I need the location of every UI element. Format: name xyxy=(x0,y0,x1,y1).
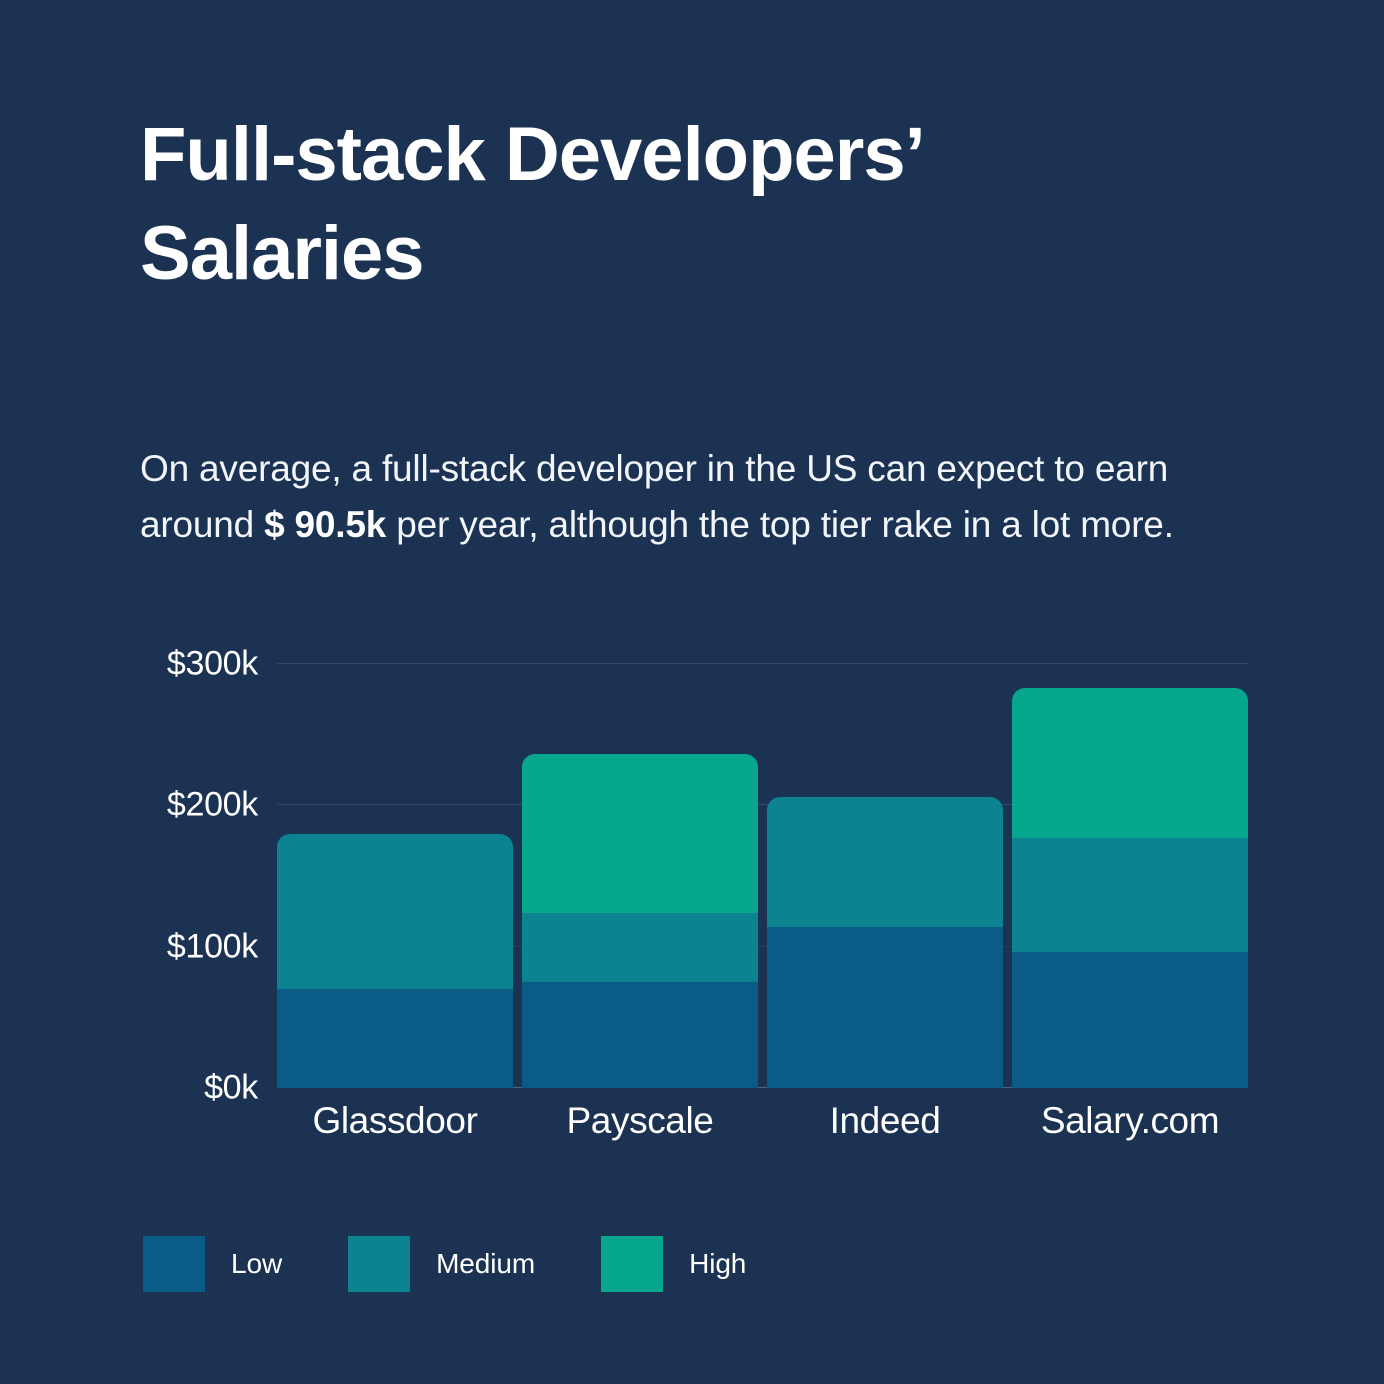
x-axis-labels: Glassdoor Payscale Indeed Salary.com xyxy=(277,1100,1248,1160)
plot-area xyxy=(277,663,1248,1088)
legend-item-low[interactable]: Low xyxy=(143,1236,282,1292)
bar-group[interactable] xyxy=(1012,664,1248,1088)
bar-segment-medium[interactable] xyxy=(1012,837,1248,953)
legend-item-high[interactable]: High xyxy=(601,1236,746,1292)
legend-label-medium: Medium xyxy=(436,1248,536,1279)
salary-bar-chart: $0k $100k $200k $300k Glassdoor Payscale Inde… xyxy=(0,0,1384,1384)
bar-segment-medium[interactable] xyxy=(522,912,758,982)
y-axis-labels: $0k $100k $200k $300k xyxy=(100,645,258,1107)
x-axis-label-glassdoor: Glassdoor xyxy=(312,1100,478,1141)
legend-label-high: High xyxy=(689,1248,747,1279)
bar-segment-medium[interactable] xyxy=(767,796,1003,927)
legend-swatch-medium xyxy=(348,1236,411,1292)
x-axis-label-payscale: Payscale xyxy=(566,1100,714,1141)
bar-stack[interactable] xyxy=(1012,688,1248,1088)
bar-segment-high[interactable] xyxy=(522,754,758,913)
bar-segment-low[interactable] xyxy=(767,926,1003,1088)
bar-segment-low[interactable] xyxy=(522,982,758,1088)
x-axis-label-indeed: Indeed xyxy=(829,1100,941,1141)
chart-legend: Low Medium High xyxy=(143,1236,746,1292)
bar-segment-low[interactable] xyxy=(277,989,513,1088)
bar-stack[interactable] xyxy=(767,796,1003,1088)
y-axis-tick-$100k: $100k xyxy=(166,927,258,966)
legend-label-low: Low xyxy=(231,1248,283,1279)
bar-group[interactable] xyxy=(277,664,513,1088)
legend-swatch-high xyxy=(601,1236,664,1292)
y-axis-tick-$0k: $0k xyxy=(204,1068,258,1107)
legend-swatch-low xyxy=(143,1236,205,1292)
x-axis-label-salary-com: Salary.com xyxy=(1040,1100,1220,1141)
bar-stack[interactable] xyxy=(522,754,758,1088)
y-axis-tick-$200k: $200k xyxy=(166,785,258,824)
legend-item-medium[interactable]: Medium xyxy=(348,1236,535,1292)
bar-stack[interactable] xyxy=(277,833,513,1088)
y-axis-tick-$300k: $300k xyxy=(166,644,258,683)
infographic-root: Full-stack Developers’ Salaries On avera… xyxy=(0,0,1384,1384)
bar-series-container xyxy=(277,664,1248,1088)
bar-segment-medium[interactable] xyxy=(277,833,513,990)
bar-segment-high[interactable] xyxy=(1012,688,1248,838)
bar-group[interactable] xyxy=(522,664,758,1088)
bar-segment-low[interactable] xyxy=(1012,952,1248,1088)
bar-group[interactable] xyxy=(767,664,1003,1088)
